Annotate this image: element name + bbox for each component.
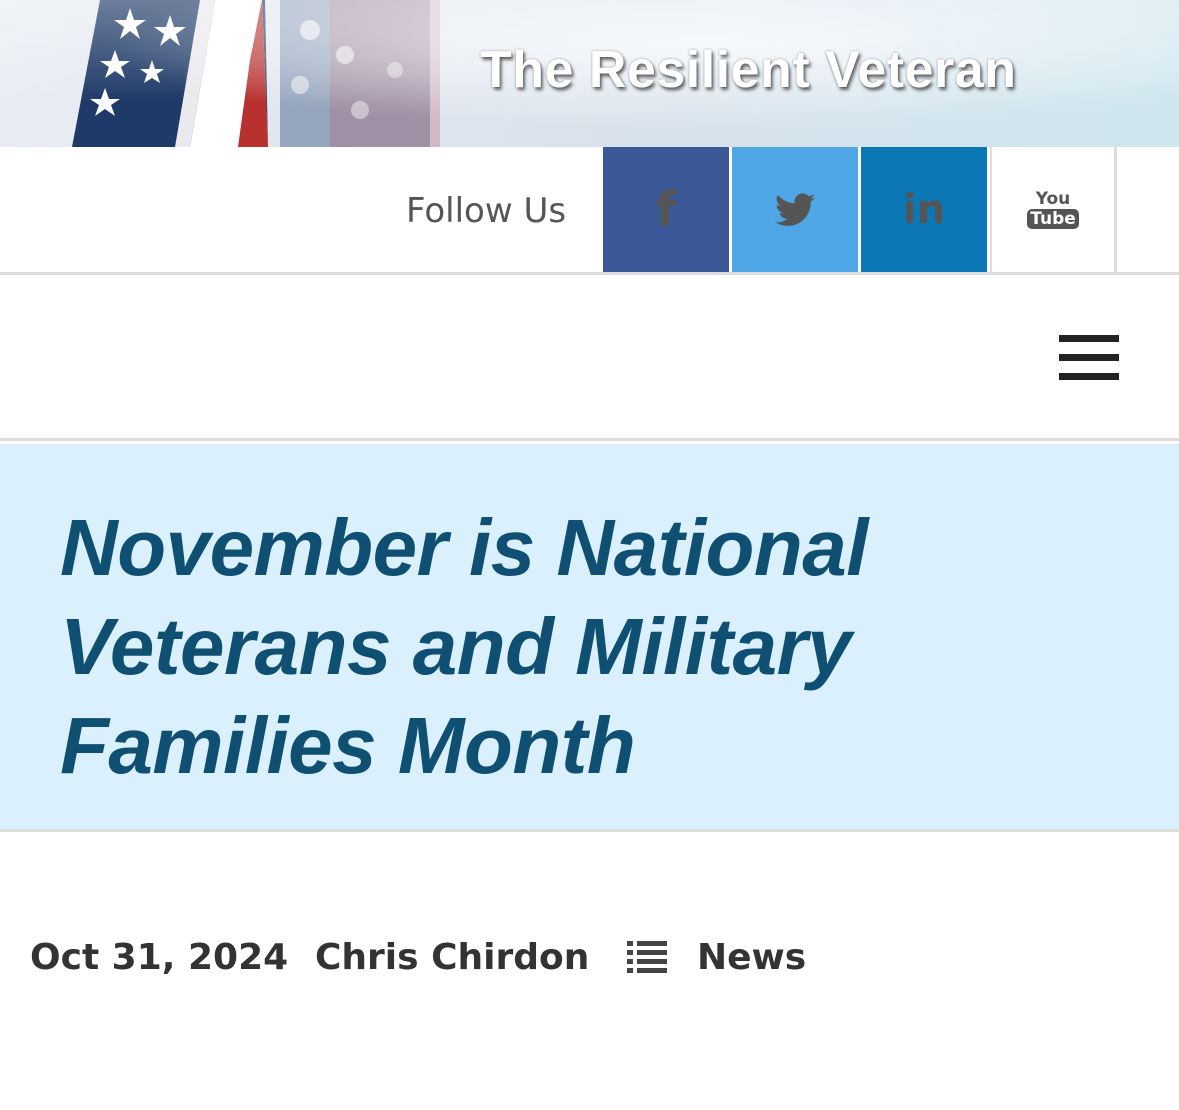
linkedin-button[interactable]: in: [861, 147, 987, 272]
follow-us-label: Follow Us: [406, 191, 567, 231]
post-category[interactable]: News: [697, 935, 806, 981]
post-author[interactable]: Chris Chirdon: [315, 935, 589, 981]
youtube-you-text: You: [1035, 189, 1071, 209]
hamburger-line: [1059, 373, 1119, 380]
youtube-icon: You Tube: [1027, 190, 1079, 229]
post-date: Oct 31, 2024: [30, 937, 289, 978]
list-icon: [627, 941, 667, 973]
twitter-button[interactable]: [732, 147, 858, 272]
linkedin-icon: in: [902, 186, 946, 233]
header-banner: The Resilient Veteran: [0, 0, 1179, 147]
facebook-button[interactable]: f: [603, 147, 729, 272]
post-title-band: November is National Veterans and Milita…: [0, 444, 1179, 832]
youtube-tube-text: Tube: [1027, 209, 1079, 229]
follow-bar: Follow Us f in You Tube: [0, 147, 1179, 275]
twitter-icon: [775, 192, 815, 226]
hamburger-line: [1059, 354, 1119, 361]
hamburger-line: [1059, 335, 1119, 342]
site-title[interactable]: The Resilient Veteran: [480, 40, 1016, 100]
nav-bar: [0, 275, 1179, 441]
post-meta: Oct 31, 2024 Chris Chirdon News: [0, 935, 1179, 985]
hamburger-menu-icon[interactable]: [1059, 335, 1119, 381]
facebook-icon: f: [655, 181, 677, 238]
youtube-button[interactable]: You Tube: [990, 147, 1117, 272]
post-title: November is National Veterans and Milita…: [60, 503, 869, 790]
